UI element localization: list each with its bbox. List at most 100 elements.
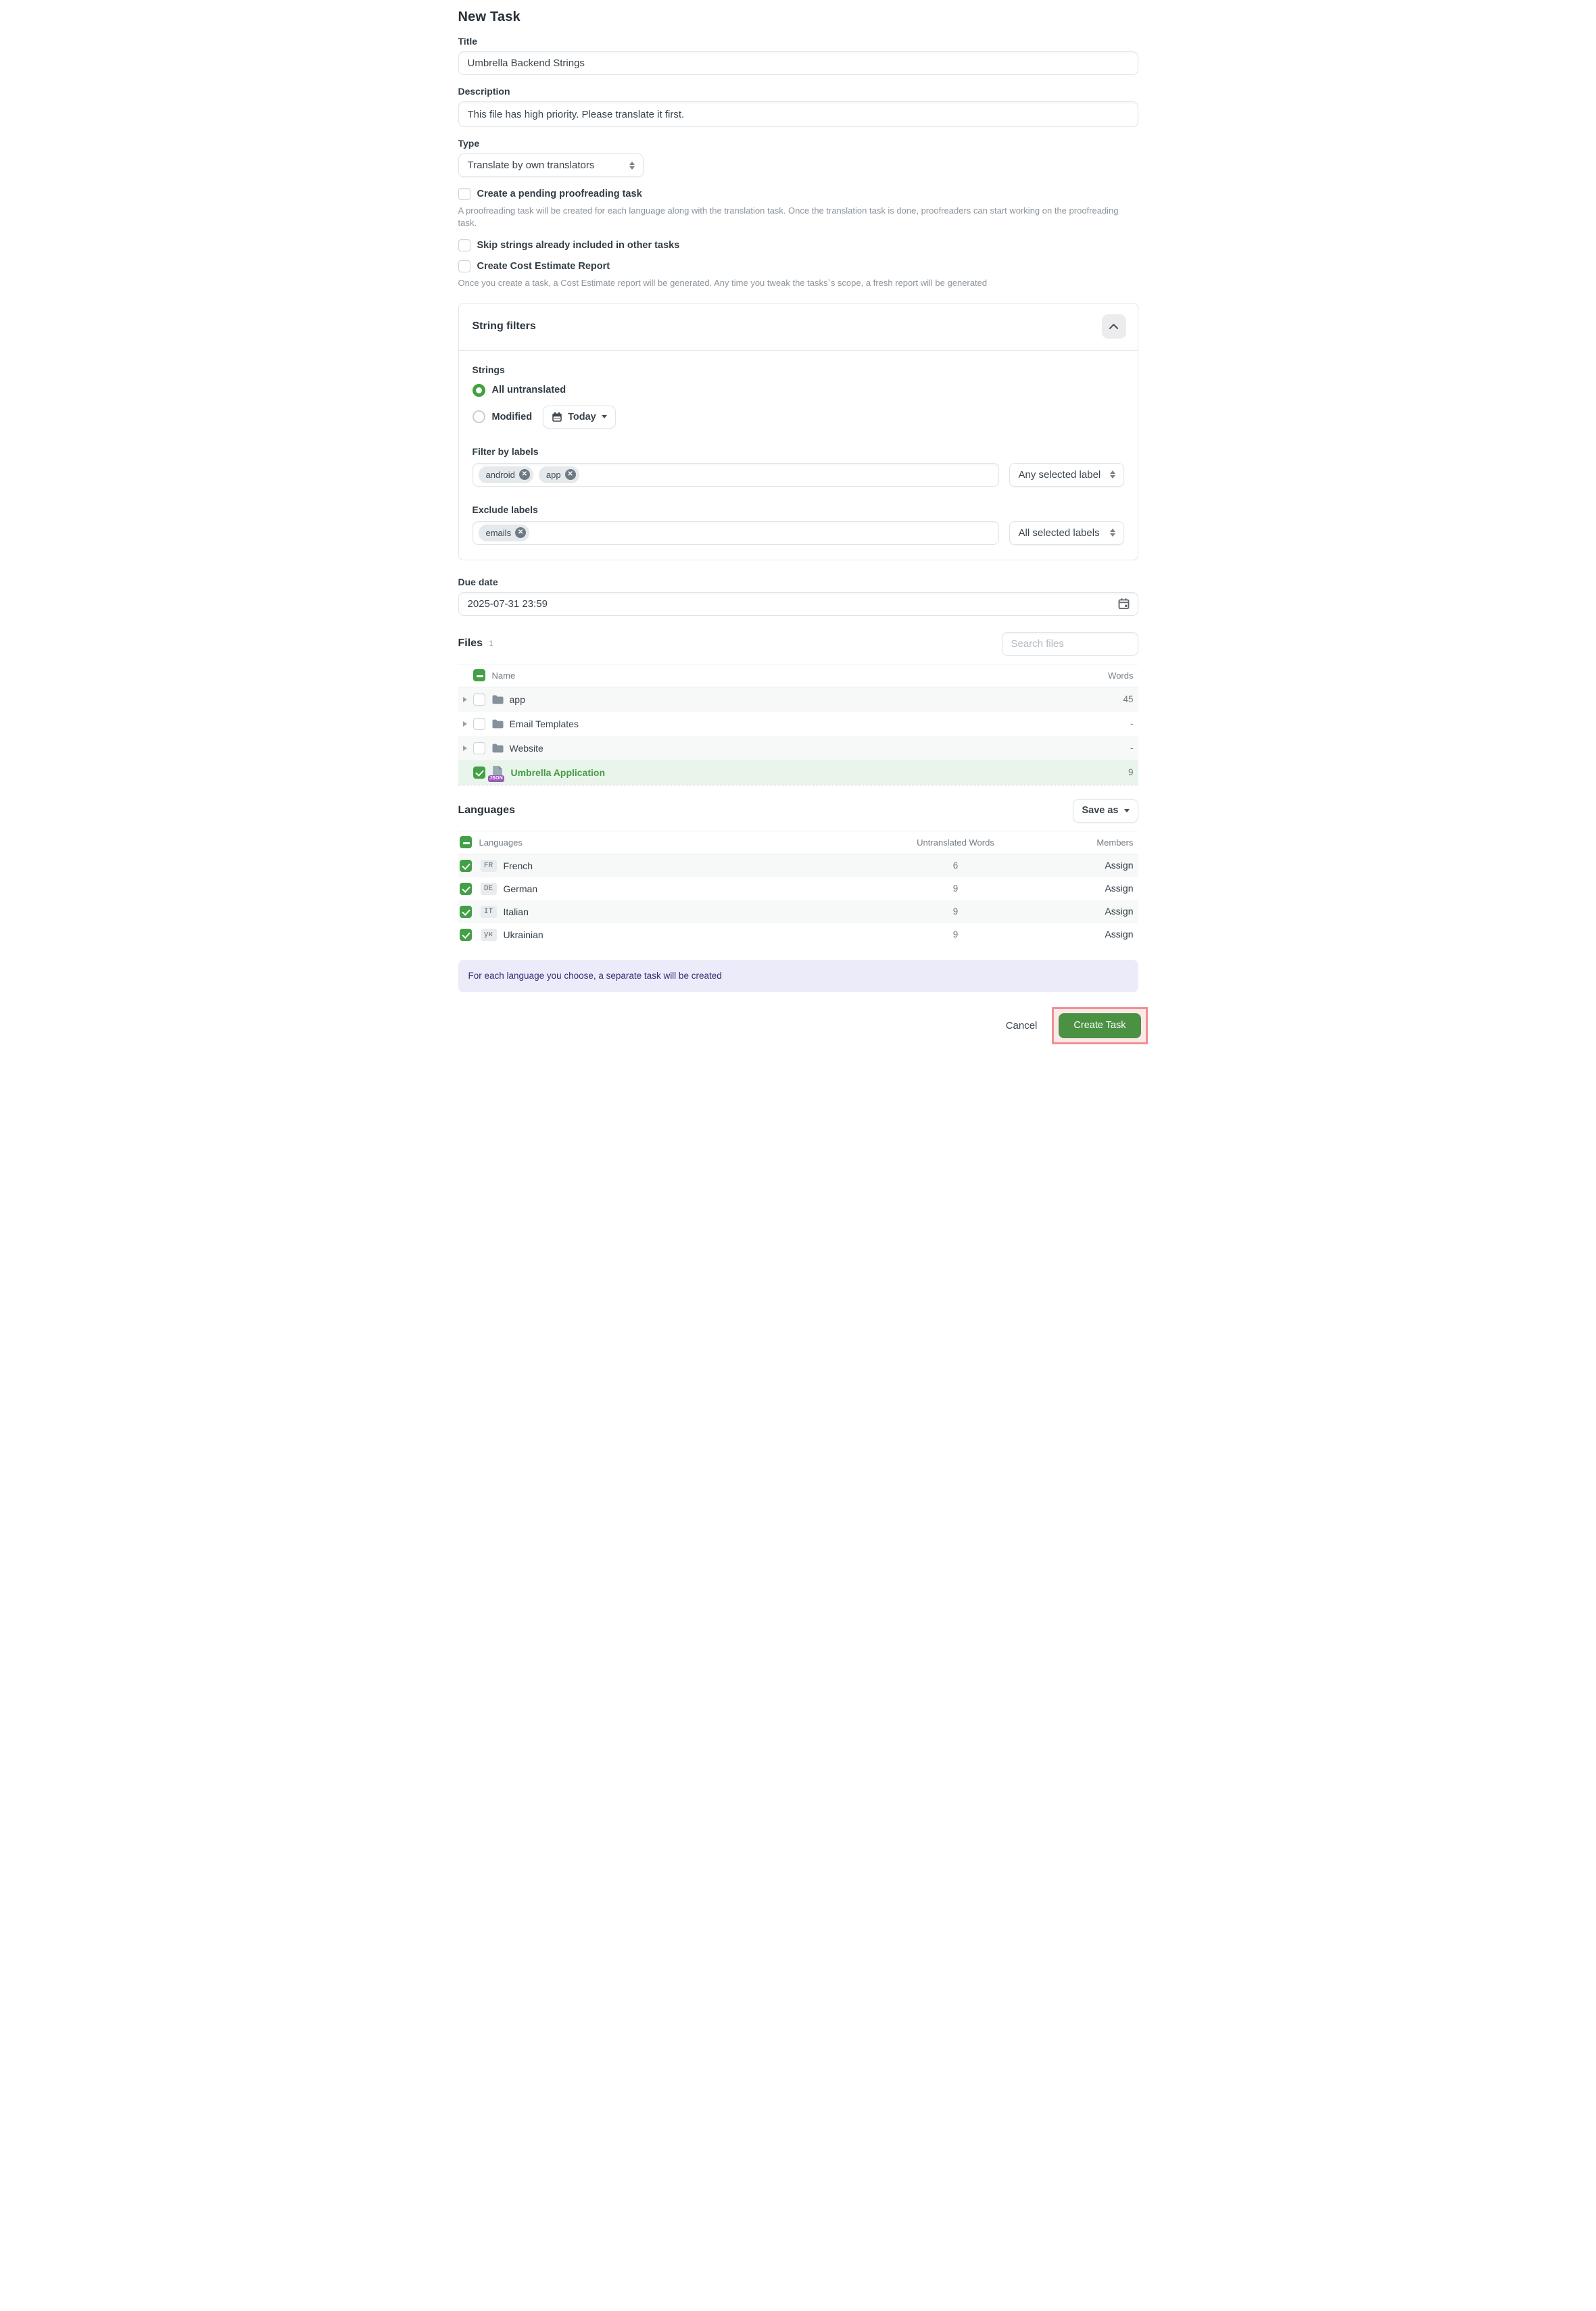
all-untranslated-radio[interactable]	[473, 384, 485, 397]
skip-strings-checkbox-row: Skip strings already included in other t…	[458, 239, 1138, 251]
language-checkbox[interactable]	[460, 906, 472, 918]
all-untranslated-radio-row: All untranslated	[473, 384, 1124, 397]
files-table-header: Name Words	[458, 664, 1138, 687]
json-file-icon: JSON	[490, 765, 505, 780]
expand-caret-icon[interactable]	[463, 746, 467, 751]
filter-labels-match-value: Any selected label	[1019, 469, 1101, 481]
file-row-website[interactable]: Website -	[458, 736, 1138, 760]
string-filters-title: String filters	[473, 320, 536, 333]
calendar-icon	[552, 412, 562, 422]
language-checkbox[interactable]	[460, 883, 472, 895]
file-checkbox[interactable]	[473, 767, 485, 779]
info-banner: For each language you choose, a separate…	[458, 960, 1138, 992]
remove-tag-icon[interactable]: ✕	[519, 469, 530, 480]
save-as-button[interactable]: Save as	[1073, 799, 1138, 823]
remove-tag-icon[interactable]: ✕	[565, 469, 576, 480]
exclude-labels-match-select[interactable]: All selected labels	[1009, 521, 1124, 545]
untranslated-words-value: 6	[902, 860, 1010, 871]
files-select-all-checkbox[interactable]	[473, 669, 485, 681]
expand-caret-icon[interactable]	[463, 721, 467, 727]
skip-strings-checkbox-label[interactable]: Skip strings already included in other t…	[477, 240, 680, 251]
modified-label[interactable]: Modified	[492, 412, 533, 422]
save-as-label: Save as	[1082, 805, 1118, 816]
modified-date-dropdown[interactable]: Today	[543, 406, 616, 429]
files-name-column-header: Name	[492, 671, 516, 681]
assign-link[interactable]: Assign	[1105, 929, 1133, 940]
untranslated-words-value: 9	[902, 883, 1010, 894]
skip-strings-checkbox[interactable]	[458, 239, 470, 251]
assign-link[interactable]: Assign	[1105, 883, 1133, 894]
files-header-row: Files1	[458, 632, 1138, 656]
proofreading-checkbox[interactable]	[458, 188, 470, 200]
file-name: app	[510, 694, 525, 705]
exclude-labels-match-value: All selected labels	[1019, 527, 1100, 539]
type-select[interactable]: Translate by own translators	[458, 153, 644, 177]
all-untranslated-label[interactable]: All untranslated	[492, 385, 566, 395]
language-name: German	[504, 883, 538, 894]
modified-radio-row: Modified Today	[473, 406, 1124, 429]
expand-caret-icon[interactable]	[463, 697, 467, 702]
file-row-app[interactable]: app 45	[458, 687, 1138, 712]
language-checkbox[interactable]	[460, 929, 472, 941]
collapse-panel-button[interactable]	[1102, 314, 1126, 339]
files-heading-group: Files1	[458, 637, 493, 650]
file-checkbox[interactable]	[473, 694, 485, 706]
description-label: Description	[458, 86, 1138, 97]
languages-heading: Languages	[458, 804, 515, 817]
language-row-ukrainian[interactable]: ук Ukrainian 9 Assign	[458, 923, 1138, 946]
language-code-badge: DE	[481, 883, 497, 895]
json-badge: JSON	[488, 775, 505, 782]
calendar-icon[interactable]	[1118, 598, 1130, 610]
label-tag-text: android	[486, 470, 515, 480]
cancel-button[interactable]: Cancel	[1006, 1020, 1038, 1031]
filter-by-labels-label: Filter by labels	[473, 446, 1124, 457]
string-filters-body: Strings All untranslated Modified	[459, 351, 1138, 560]
file-words: -	[1130, 743, 1138, 753]
files-count-badge: 1	[489, 639, 493, 648]
file-words: 9	[1128, 767, 1138, 777]
assign-link[interactable]: Assign	[1105, 860, 1133, 871]
description-input[interactable]	[458, 101, 1138, 127]
type-field-group: Type Translate by own translators	[458, 138, 1138, 177]
filter-labels-input[interactable]: android ✕ app ✕	[473, 463, 999, 487]
file-row-umbrella-application[interactable]: JSON Umbrella Application 9	[458, 760, 1138, 785]
language-row-french[interactable]: FR French 6 Assign	[458, 854, 1138, 877]
modified-radio[interactable]	[473, 410, 485, 423]
string-filters-header: String filters	[459, 303, 1138, 351]
description-field-group: Description	[458, 86, 1138, 127]
untranslated-words-column-header: Untranslated Words	[902, 837, 1010, 848]
language-name: Italian	[504, 906, 529, 917]
label-tag-text: emails	[486, 528, 512, 538]
assign-link[interactable]: Assign	[1105, 906, 1133, 917]
languages-header-row: Languages Save as	[458, 799, 1138, 823]
file-checkbox[interactable]	[473, 718, 485, 730]
file-words: -	[1130, 719, 1138, 729]
proofreading-helper-text: A proofreading task will be created for …	[458, 205, 1138, 228]
language-row-german[interactable]: DE German 9 Assign	[458, 877, 1138, 900]
cost-estimate-checkbox-row: Create Cost Estimate Report	[458, 260, 1138, 272]
title-field-group: Title	[458, 36, 1138, 75]
create-task-button[interactable]: Create Task	[1059, 1013, 1140, 1038]
language-checkbox[interactable]	[460, 860, 472, 872]
filter-labels-match-select[interactable]: Any selected label	[1009, 463, 1124, 487]
file-row-email-templates[interactable]: Email Templates -	[458, 712, 1138, 736]
languages-select-all-checkbox[interactable]	[460, 836, 472, 848]
language-code-badge: IT	[481, 906, 497, 918]
folder-icon	[492, 695, 504, 704]
search-files-input[interactable]	[1002, 632, 1138, 656]
due-date-input[interactable]	[458, 592, 1138, 616]
file-checkbox[interactable]	[473, 742, 485, 754]
modified-date-value: Today	[568, 412, 596, 422]
cost-estimate-checkbox[interactable]	[458, 260, 470, 272]
proofreading-checkbox-row: Create a pending proofreading task	[458, 188, 1138, 200]
info-banner-text: For each language you choose, a separate…	[468, 971, 722, 981]
file-name: Website	[510, 743, 543, 754]
select-arrows-icon	[1110, 470, 1115, 479]
language-row-italian[interactable]: IT Italian 9 Assign	[458, 900, 1138, 923]
exclude-labels-input[interactable]: emails ✕	[473, 521, 999, 545]
proofreading-checkbox-label[interactable]: Create a pending proofreading task	[477, 189, 642, 199]
remove-tag-icon[interactable]: ✕	[515, 527, 526, 538]
caret-down-icon	[1124, 809, 1130, 812]
cost-estimate-checkbox-label[interactable]: Create Cost Estimate Report	[477, 261, 610, 272]
title-input[interactable]	[458, 51, 1138, 75]
